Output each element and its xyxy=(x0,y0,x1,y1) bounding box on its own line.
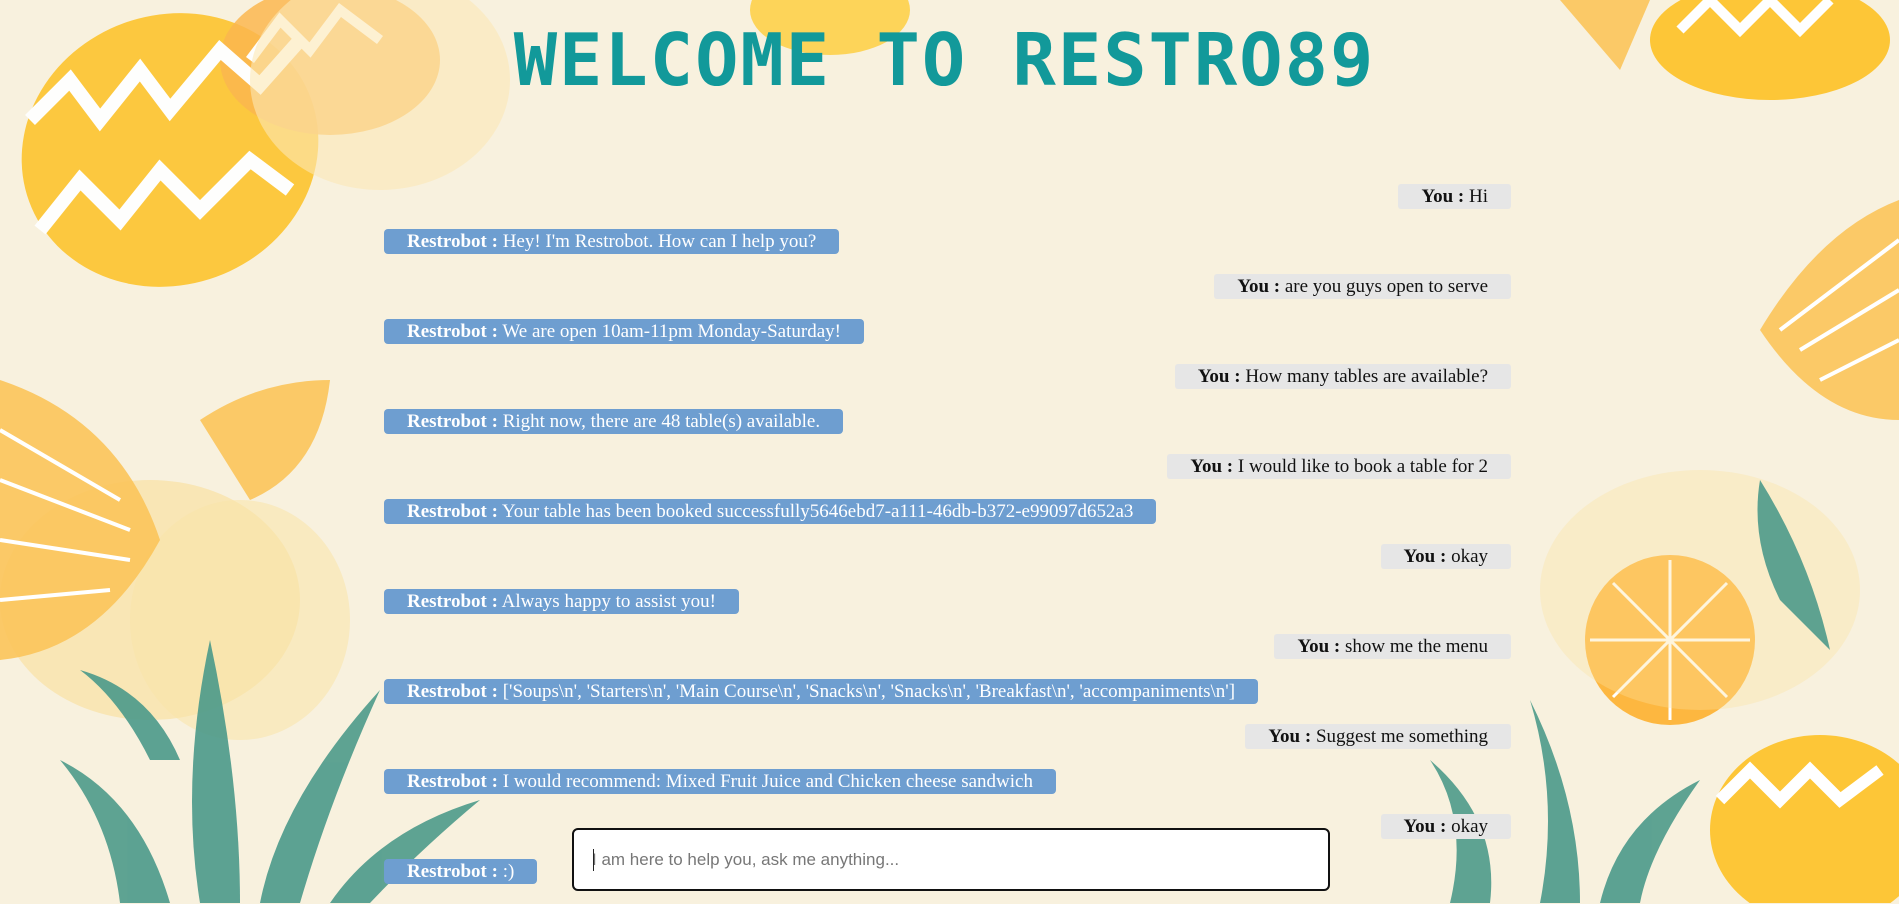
message-bubble: Restrobot : ['Soups\n', 'Starters\n', 'M… xyxy=(384,679,1259,704)
user-message: You : I would like to book a table for 2 xyxy=(384,454,1511,479)
message-bubble: You : okay xyxy=(1380,814,1511,839)
message-text: Suggest me something xyxy=(1315,726,1488,747)
message-text: okay xyxy=(1451,546,1488,567)
user-message: You : are you guys open to serve xyxy=(384,274,1511,299)
message-text: We are open 10am-11pm Monday-Saturday! xyxy=(502,321,841,342)
bot-message: Restrobot : ['Soups\n', 'Starters\n', 'M… xyxy=(384,679,1511,704)
message-bubble: Restrobot : We are open 10am-11pm Monday… xyxy=(384,319,864,344)
message-sender: Restrobot : xyxy=(407,501,498,522)
message-sender: Restrobot : xyxy=(407,771,498,792)
message-bubble: You : Hi xyxy=(1398,184,1511,209)
message-bubble: You : I would like to book a table for 2 xyxy=(1167,454,1511,479)
message-text: :) xyxy=(502,861,515,882)
message-sender: Restrobot : xyxy=(407,591,498,612)
message-bubble: You : show me the menu xyxy=(1274,634,1511,659)
bot-message: Restrobot : We are open 10am-11pm Monday… xyxy=(384,319,1511,344)
message-text: Always happy to assist you! xyxy=(501,591,716,612)
message-text: I would like to book a table for 2 xyxy=(1237,456,1488,477)
message-sender: Restrobot : xyxy=(407,681,498,702)
chat-input-container[interactable] xyxy=(572,828,1330,891)
message-sender: You : xyxy=(1403,546,1447,567)
bot-message: Restrobot : Right now, there are 48 tabl… xyxy=(384,409,1511,434)
message-sender: You : xyxy=(1421,186,1465,207)
message-text: I would recommend: Mixed Fruit Juice and… xyxy=(502,771,1033,792)
user-message: You : okay xyxy=(384,544,1511,569)
message-sender: Restrobot : xyxy=(407,411,498,432)
user-message: You : show me the menu xyxy=(384,634,1511,659)
bot-message: Restrobot : Your table has been booked s… xyxy=(384,499,1511,524)
bot-message: Restrobot : Hey! I'm Restrobot. How can … xyxy=(384,229,1511,254)
message-sender: Restrobot : xyxy=(407,231,498,252)
message-sender: You : xyxy=(1190,456,1234,477)
message-bubble: You : okay xyxy=(1380,544,1511,569)
chat-input[interactable] xyxy=(574,830,1328,889)
bot-message: Restrobot : Always happy to assist you! xyxy=(384,589,1511,614)
message-sender: You : xyxy=(1237,276,1281,297)
message-text: okay xyxy=(1451,816,1488,837)
message-sender: Restrobot : xyxy=(407,861,498,882)
message-sender: You : xyxy=(1197,366,1241,387)
message-text: are you guys open to serve xyxy=(1284,276,1488,297)
text-caret xyxy=(593,849,594,871)
message-bubble: You : How many tables are available? xyxy=(1174,364,1511,389)
message-sender: Restrobot : xyxy=(407,321,498,342)
user-message: You : How many tables are available? xyxy=(384,364,1511,389)
chat-history: You : Hi Restrobot : Hey! I'm Restrobot. … xyxy=(384,184,1511,904)
message-text: Right now, there are 48 table(s) availab… xyxy=(502,411,821,432)
message-text: Hi xyxy=(1469,186,1488,207)
message-text: How many tables are available? xyxy=(1245,366,1488,387)
message-text: ['Soups\n', 'Starters\n', 'Main Course\n… xyxy=(502,681,1236,702)
user-message: You : Hi xyxy=(384,184,1511,209)
bot-message: Restrobot : I would recommend: Mixed Fru… xyxy=(384,769,1511,794)
message-sender: You : xyxy=(1297,636,1341,657)
message-bubble: Restrobot : Your table has been booked s… xyxy=(384,499,1157,524)
message-bubble: You : are you guys open to serve xyxy=(1214,274,1511,299)
user-message: You : Suggest me something xyxy=(384,724,1511,749)
message-bubble: Restrobot : :) xyxy=(384,859,538,884)
message-bubble: Restrobot : Hey! I'm Restrobot. How can … xyxy=(384,229,840,254)
message-bubble: You : Suggest me something xyxy=(1245,724,1511,749)
message-text: Your table has been booked successfully5… xyxy=(501,501,1134,522)
message-sender: You : xyxy=(1403,816,1447,837)
message-sender: You : xyxy=(1268,726,1312,747)
message-text: show me the menu xyxy=(1344,636,1488,657)
message-bubble: Restrobot : Always happy to assist you! xyxy=(384,589,739,614)
message-text: Hey! I'm Restrobot. How can I help you? xyxy=(502,231,817,252)
page-title: WELCOME TO RESTRO89 xyxy=(513,18,1376,102)
message-bubble: Restrobot : I would recommend: Mixed Fru… xyxy=(384,769,1056,794)
message-bubble: Restrobot : Right now, there are 48 tabl… xyxy=(384,409,844,434)
